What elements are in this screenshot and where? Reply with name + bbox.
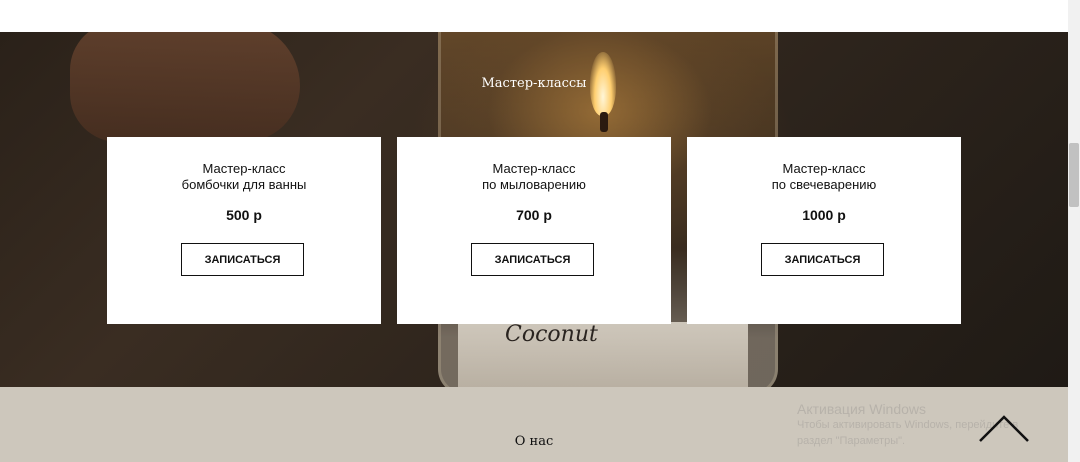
- scroll-to-top-button[interactable]: [978, 413, 1030, 443]
- card-candle-making: Мастер-класс по свечеварению 1000 р ЗАПИ…: [687, 137, 961, 324]
- top-white-band: [0, 0, 1068, 32]
- card-title-line2: по мыловарению: [482, 177, 586, 192]
- chevron-up-icon: [979, 415, 1029, 442]
- section-title: Мастер-классы: [481, 76, 587, 91]
- card-price: 700 р: [516, 207, 552, 223]
- card-title-line1: Мастер-класс: [202, 161, 286, 176]
- card-title: Мастер-класс по мыловарению: [397, 161, 671, 193]
- scrollbar-thumb[interactable]: [1069, 143, 1079, 207]
- card-title-line1: Мастер-класс: [782, 161, 866, 176]
- card-title-line1: Мастер-класс: [492, 161, 576, 176]
- card-price: 500 р: [226, 207, 262, 223]
- card-price: 1000 р: [802, 207, 846, 223]
- signup-button[interactable]: ЗАПИСАТЬСЯ: [181, 243, 304, 276]
- card-bath-bombs: Мастер-класс бомбочки для ванны 500 р ЗА…: [107, 137, 381, 324]
- candle-jar-label: [458, 322, 748, 387]
- card-title: Мастер-класс по свечеварению: [687, 161, 961, 193]
- signup-button[interactable]: ЗАПИСАТЬСЯ: [471, 243, 594, 276]
- scrollbar-track[interactable]: [1068, 0, 1080, 462]
- card-title-line2: по свечеварению: [771, 177, 877, 192]
- signup-button[interactable]: ЗАПИСАТЬСЯ: [761, 243, 884, 276]
- candle-wick: [600, 112, 608, 132]
- card-soap-making: Мастер-класс по мыловарению 700 р ЗАПИСА…: [397, 137, 671, 324]
- card-title: Мастер-класс бомбочки для ванны: [107, 161, 381, 193]
- candle-jar-label-text: Coconut: [505, 322, 598, 347]
- card-title-line2: бомбочки для ванны: [181, 177, 307, 192]
